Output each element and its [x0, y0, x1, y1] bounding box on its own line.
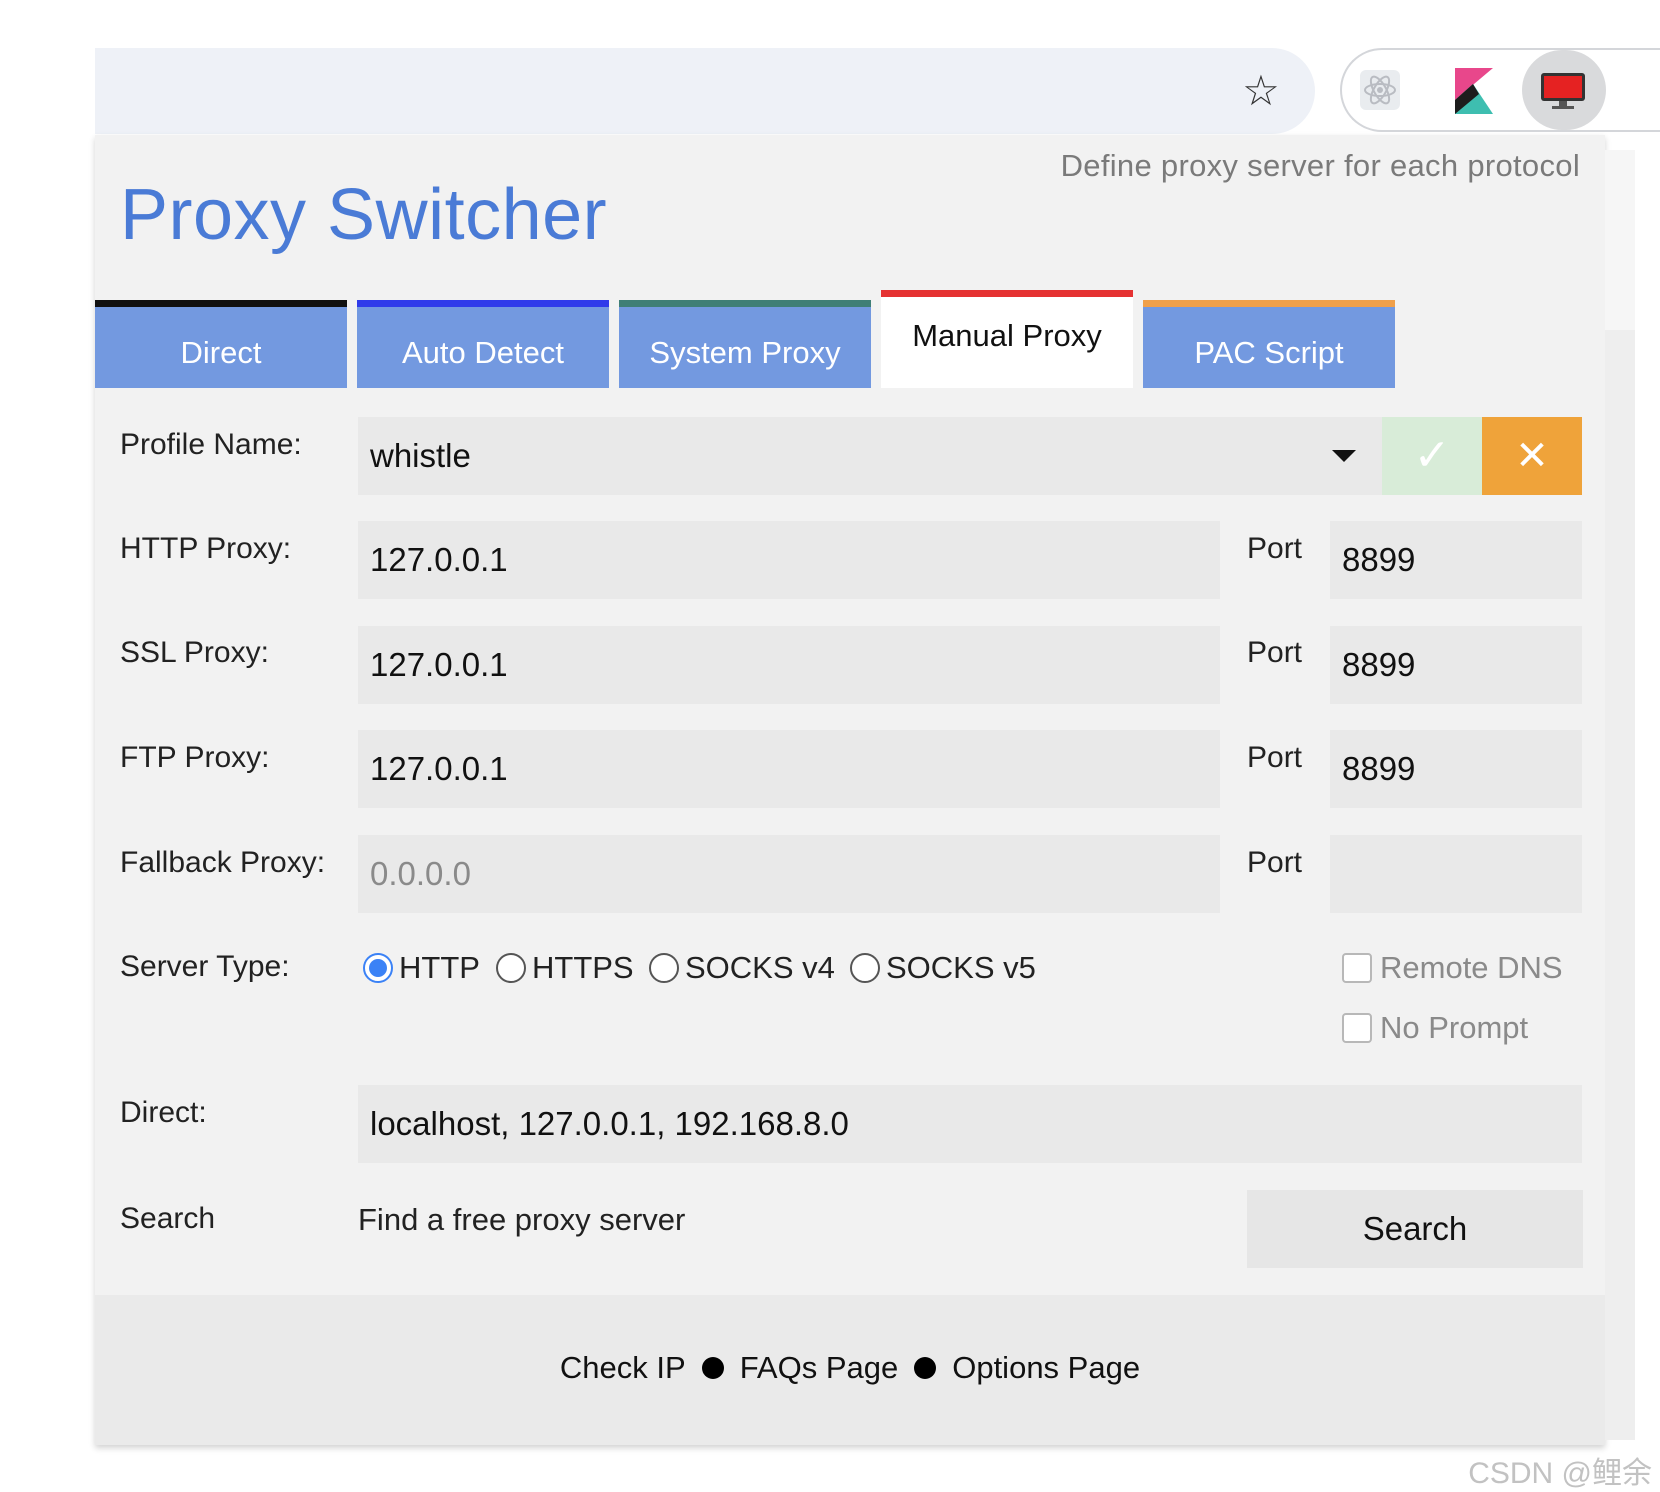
ftp-port-label: Port: [1247, 741, 1303, 774]
ftp-proxy-label: FTP Proxy:: [120, 741, 270, 774]
remote-dns-checkbox[interactable]: Remote DNS: [1342, 950, 1563, 986]
fallback-proxy-label: Fallback Proxy:: [120, 846, 326, 879]
options-link[interactable]: Options Page: [952, 1350, 1140, 1385]
profile-name-select[interactable]: whistle: [358, 417, 1382, 495]
radio-https[interactable]: HTTPS: [496, 950, 634, 986]
app-title: Proxy Switcher: [120, 175, 608, 255]
star-icon[interactable]: ☆: [1238, 68, 1284, 114]
radio-http[interactable]: HTTP: [363, 950, 480, 986]
chevron-down-icon[interactable]: [1332, 450, 1356, 462]
search-hint: Find a free proxy server: [358, 1202, 686, 1237]
tab-hint: Define proxy server for each protocol: [1060, 148, 1580, 183]
radio-unchecked-icon: [496, 953, 526, 983]
popup-scroll-edge: [1605, 150, 1635, 330]
fallback-port-input[interactable]: [1330, 835, 1582, 913]
radio-http-label: HTTP: [399, 950, 480, 985]
http-port-input[interactable]: 8899: [1330, 521, 1582, 599]
radio-socks-v4[interactable]: SOCKS v4: [649, 950, 835, 986]
save-profile-button[interactable]: ✓: [1382, 417, 1482, 495]
ssl-port-label: Port: [1247, 636, 1303, 669]
tab-system-proxy[interactable]: System Proxy: [619, 300, 871, 388]
radio-unchecked-icon: [649, 953, 679, 983]
tab-pac-script[interactable]: PAC Script: [1143, 300, 1395, 388]
checkmark-icon: ✓: [1413, 431, 1451, 480]
radio-https-label: HTTPS: [532, 950, 634, 985]
remote-dns-label: Remote DNS: [1380, 950, 1563, 985]
http-proxy-label: HTTP Proxy:: [120, 532, 292, 565]
radio-checked-icon: [363, 953, 393, 983]
search-label: Search: [120, 1202, 216, 1235]
faqs-link[interactable]: FAQs Page: [740, 1350, 899, 1385]
profile-name-label: Profile Name:: [120, 428, 302, 461]
close-icon: ✕: [1515, 434, 1549, 478]
delete-profile-button[interactable]: ✕: [1482, 417, 1582, 495]
radio-socks-v5-label: SOCKS v5: [886, 950, 1036, 985]
proxy-switcher-monitor-icon[interactable]: [1540, 72, 1586, 110]
ssl-proxy-input[interactable]: 127.0.0.1: [358, 626, 1220, 704]
search-button[interactable]: Search: [1247, 1190, 1583, 1268]
tab-auto-detect[interactable]: Auto Detect: [357, 300, 609, 388]
bullet-icon: [914, 1356, 937, 1379]
checkbox-icon: [1342, 953, 1372, 983]
direct-bypass-input[interactable]: localhost, 127.0.0.1, 192.168.8.0: [358, 1085, 1582, 1163]
checkbox-icon: [1342, 1013, 1372, 1043]
ssl-proxy-label: SSL Proxy:: [120, 636, 269, 669]
kibana-k-icon[interactable]: [1455, 68, 1493, 114]
bullet-icon: [701, 1356, 724, 1379]
radio-socks-v5[interactable]: SOCKS v5: [850, 950, 1036, 986]
no-prompt-checkbox[interactable]: No Prompt: [1342, 1010, 1528, 1046]
tab-manual-proxy[interactable]: Manual Proxy: [881, 290, 1133, 388]
ftp-proxy-input[interactable]: 127.0.0.1: [358, 730, 1220, 808]
radio-unchecked-icon: [850, 953, 880, 983]
no-prompt-label: No Prompt: [1380, 1010, 1529, 1045]
address-bar[interactable]: [95, 48, 1315, 134]
footer-links: Check IP FAQs Page Options Page: [95, 1348, 1605, 1386]
http-port-label: Port: [1247, 532, 1303, 565]
direct-label: Direct:: [120, 1096, 207, 1129]
tab-direct[interactable]: Direct: [95, 300, 347, 388]
watermark: CSDN @鲤余: [1468, 1457, 1652, 1490]
check-ip-link[interactable]: Check IP: [560, 1350, 686, 1385]
ftp-port-input[interactable]: 8899: [1330, 730, 1582, 808]
ssl-port-input[interactable]: 8899: [1330, 626, 1582, 704]
fallback-port-label: Port: [1247, 846, 1303, 879]
react-devtools-icon[interactable]: [1360, 70, 1400, 110]
server-type-label: Server Type:: [120, 950, 290, 983]
http-proxy-input[interactable]: 127.0.0.1: [358, 521, 1220, 599]
fallback-proxy-input[interactable]: 0.0.0.0: [358, 835, 1220, 913]
radio-socks-v4-label: SOCKS v4: [685, 950, 835, 985]
popup-scroll-edge-lower: [1605, 330, 1635, 1440]
